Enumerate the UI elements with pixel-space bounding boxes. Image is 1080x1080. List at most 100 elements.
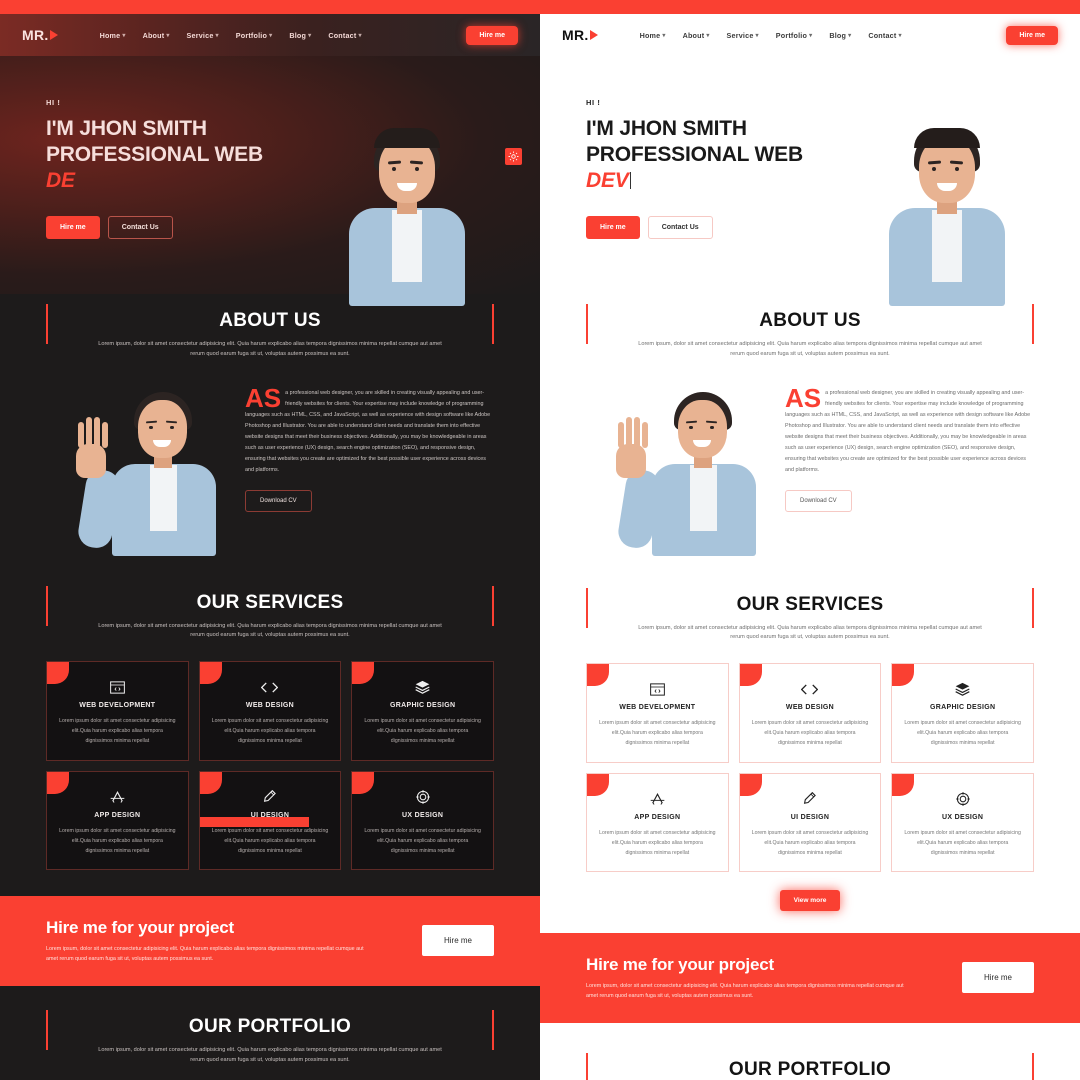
hire-me-cta-light: Hire me for your project Lorem ipsum, do… xyxy=(540,932,1080,1023)
hero-hire-me-button[interactable]: Hire me xyxy=(586,216,640,240)
service-card-web-development[interactable]: WEB DEVELOPMENT Lorem ipsum dolor sit am… xyxy=(46,661,189,761)
service-desc: Lorem ipsum dolor sit amet consectetur a… xyxy=(364,718,481,745)
accent-bar-right xyxy=(1032,304,1034,344)
about-paragraph: a professional web designer, you are ski… xyxy=(785,389,1031,474)
service-card-web-design[interactable]: WEB DESIGN Lorem ipsum dolor sit amet co… xyxy=(738,663,882,763)
service-desc: Lorem ipsum dolor sit amet consectetur a… xyxy=(59,718,176,745)
navbar-dark: MR. Home ▾ About ▾ Service ▾ Portfolio ▾ Blo… xyxy=(0,14,540,56)
chevron-down-icon: ▾ xyxy=(809,32,813,39)
hero-greeting: HI ! xyxy=(46,98,61,107)
service-card-web-development[interactable]: WEB DEVELOPMENT Lorem ipsum dolor sit am… xyxy=(586,663,729,763)
service-card-app-design[interactable]: APP DESIGN Lorem ipsum dolor sit amet co… xyxy=(46,770,189,870)
about-title: ABOUT US xyxy=(759,310,861,331)
hero-contact-us-button[interactable]: Contact Us xyxy=(107,216,173,240)
download-cv-button[interactable]: Download CV xyxy=(785,490,852,513)
accent-bar-right xyxy=(1032,1052,1034,1080)
top-accent-strip xyxy=(540,0,1080,14)
nav-item-home[interactable]: Home ▾ xyxy=(100,31,126,40)
nav-links: Home ▾ About ▾ Service ▾ Portfolio ▾ Blog ▾ C… xyxy=(100,31,362,40)
service-card-web-design[interactable]: WEB DESIGN Lorem ipsum dolor sit amet co… xyxy=(198,661,342,761)
cta-subtitle: Lorem ipsum, dolor sit amet consectetur … xyxy=(586,982,904,999)
about-heading-light: ABOUT US Lorem ipsum, dolor sit amet con… xyxy=(540,294,1080,370)
service-card-ui-design[interactable]: UI DESIGN Lorem ipsum dolor sit amet con… xyxy=(198,770,342,870)
top-accent-strip xyxy=(0,0,540,14)
nav-item-service[interactable]: Service ▾ xyxy=(187,31,219,40)
service-card-ux-design[interactable]: UX DESIGN Lorem ipsum dolor sit amet con… xyxy=(351,770,494,870)
code-window-icon xyxy=(58,679,177,695)
service-title: UI DESIGN xyxy=(250,811,290,819)
settings-gear-toggle[interactable] xyxy=(505,148,522,165)
nav-hire-me-button[interactable]: Hire me xyxy=(1006,25,1058,45)
chevron-down-icon: ▾ xyxy=(166,32,170,39)
typing-caret xyxy=(76,172,77,189)
nav-item-about[interactable]: About ▾ xyxy=(143,31,170,40)
service-desc: Lorem ipsum dolor sit amet consectetur a… xyxy=(904,829,1021,856)
service-desc: Lorem ipsum dolor sit amet consectetur a… xyxy=(211,718,329,745)
accent-bar-left xyxy=(586,587,588,628)
accent-bar-left xyxy=(46,1009,48,1050)
pencil-icon xyxy=(751,791,870,807)
service-card-ui-design[interactable]: UI DESIGN Lorem ipsum dolor sit amet con… xyxy=(738,772,882,872)
hero-greeting: HI ! xyxy=(586,98,601,107)
nav-item-about[interactable]: About ▾ xyxy=(683,31,710,40)
about-lead-word: AS xyxy=(245,382,282,413)
portfolio-title: OUR PORTFOLIO xyxy=(728,1058,892,1080)
about-subtitle: Lorem ipsum, dolor sit amet consectetur … xyxy=(638,341,982,357)
service-desc: Lorem ipsum dolor sit amet consectetur a… xyxy=(751,720,869,747)
accent-bar-left xyxy=(586,1052,588,1080)
chevron-down-icon: ▾ xyxy=(898,32,902,39)
nav-item-blog[interactable]: Blog ▾ xyxy=(289,31,311,40)
about-heading-dark: ABOUT US Lorem ipsum, dolor sit amet con… xyxy=(0,294,540,370)
about-paragraph: a professional web designer, you are ski… xyxy=(245,389,491,474)
service-card-graphic-design[interactable]: GRAPHIC DESIGN Lorem ipsum dolor sit ame… xyxy=(891,663,1034,763)
view-more-button[interactable]: View more xyxy=(779,889,841,911)
typing-caret xyxy=(629,171,631,189)
navbar-light: MR. Home ▾ About ▾ Service ▾ Portfolio ▾ Blo… xyxy=(540,14,1080,56)
service-title: UI DESIGN xyxy=(790,813,830,821)
logo-text: MR. xyxy=(562,27,589,43)
nav-item-portfolio[interactable]: Portfolio ▾ xyxy=(776,31,813,40)
about-portrait-photo xyxy=(586,382,781,562)
accent-bar-left xyxy=(586,304,588,344)
hero-section-dark: HI ! I'M JHON SMITH PROFESSIONAL WEB DE … xyxy=(0,56,540,306)
chevron-down-icon: ▾ xyxy=(755,32,759,39)
hero-portrait-photo xyxy=(332,128,482,308)
cta-hire-me-button[interactable]: Hire me xyxy=(421,925,494,957)
about-title: ABOUT US xyxy=(219,310,321,331)
cta-title: Hire me for your project xyxy=(586,954,774,974)
service-title: WEB DEVELOPMENT xyxy=(619,704,696,712)
logo[interactable]: MR. xyxy=(22,27,58,43)
nav-item-blog[interactable]: Blog ▾ xyxy=(829,31,851,40)
service-desc: Lorem ipsum dolor sit amet consectetur a… xyxy=(904,720,1021,747)
cta-hire-me-button[interactable]: Hire me xyxy=(961,962,1034,994)
service-desc: Lorem ipsum dolor sit amet consectetur a… xyxy=(599,829,716,856)
chevron-down-icon: ▾ xyxy=(848,32,852,39)
chevron-down-icon: ▾ xyxy=(269,32,273,39)
nav-item-portfolio[interactable]: Portfolio ▾ xyxy=(236,31,273,40)
hire-me-cta-dark: Hire me for your project Lorem ipsum, do… xyxy=(0,895,540,986)
about-text-block: AS a professional web designer, you are … xyxy=(245,382,494,562)
hero-hire-me-button[interactable]: Hire me xyxy=(46,216,100,240)
about-text-block: AS a professional web designer, you are … xyxy=(785,382,1034,562)
service-card-app-design[interactable]: APP DESIGN Lorem ipsum dolor sit amet co… xyxy=(586,772,729,872)
services-subtitle: Lorem ipsum, dolor sit amet consectetur … xyxy=(98,622,442,639)
download-cv-button[interactable]: Download CV xyxy=(245,490,312,513)
service-card-ux-design[interactable]: UX DESIGN Lorem ipsum dolor sit amet con… xyxy=(891,772,1034,872)
accent-bar-left xyxy=(46,304,48,344)
service-card-graphic-design[interactable]: GRAPHIC DESIGN Lorem ipsum dolor sit ame… xyxy=(351,661,494,761)
service-desc: Lorem ipsum dolor sit amet consectetur a… xyxy=(751,829,869,856)
chevron-down-icon: ▾ xyxy=(706,32,710,39)
layers-icon xyxy=(363,679,482,695)
portfolio-subtitle: Lorem ipsum, dolor sit amet consectetur … xyxy=(98,1046,442,1063)
about-subtitle: Lorem ipsum, dolor sit amet consectetur … xyxy=(98,341,442,357)
nav-hire-me-button[interactable]: Hire me xyxy=(466,25,518,45)
logo[interactable]: MR. xyxy=(562,27,598,43)
nav-item-home[interactable]: Home ▾ xyxy=(640,31,666,40)
portfolio-title: OUR PORTFOLIO xyxy=(188,1015,352,1037)
code-brackets-icon xyxy=(751,681,870,697)
nav-item-service[interactable]: Service ▾ xyxy=(727,31,759,40)
nav-item-contact[interactable]: Contact ▾ xyxy=(328,31,361,40)
hero-contact-us-button[interactable]: Contact Us xyxy=(647,216,713,240)
nav-item-contact[interactable]: Contact ▾ xyxy=(868,31,901,40)
portfolio-heading-dark: OUR PORTFOLIO Lorem ipsum, dolor sit ame… xyxy=(0,1000,540,1076)
